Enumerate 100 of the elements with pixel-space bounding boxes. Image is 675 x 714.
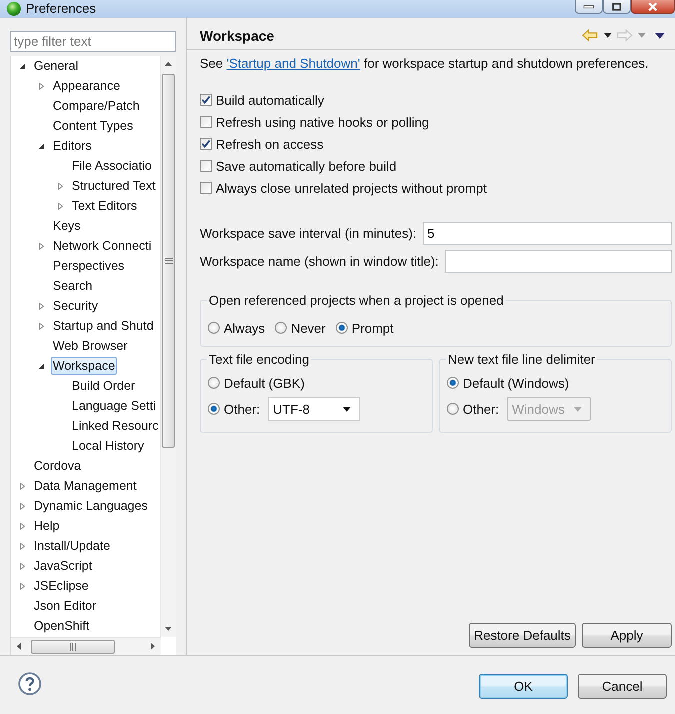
close-icon: [647, 2, 659, 10]
checkbox[interactable]: [200, 160, 212, 172]
tree-item[interactable]: Network Connecti: [51, 237, 154, 255]
checkbox-label: Refresh using native hooks or polling: [216, 114, 430, 130]
tree-item[interactable]: File Associatio: [70, 157, 154, 175]
dialog-button[interactable]: OK: [479, 674, 568, 699]
expand-arrow-icon[interactable]: [19, 502, 26, 510]
tree-item[interactable]: Dynamic Languages: [32, 497, 150, 515]
tree-item[interactable]: Data Management: [32, 477, 139, 495]
tree-item[interactable]: Compare/Patch: [51, 97, 142, 115]
window-title: Preferences: [26, 0, 96, 18]
expand-arrow-icon[interactable]: [38, 322, 45, 330]
minimize-icon: [583, 2, 595, 10]
tree-item[interactable]: Install/Update: [32, 537, 112, 555]
tree-item[interactable]: Build Order: [70, 377, 138, 395]
checkbox-label: Save automatically before build: [216, 158, 397, 174]
input-field[interactable]: 5: [422, 222, 672, 245]
caret-icon: [343, 406, 352, 412]
tree-item[interactable]: Cordova: [32, 457, 84, 475]
radio-button[interactable]: [447, 377, 459, 389]
group-title: Open referenced projects when a project is opened: [207, 293, 506, 308]
radio-label: Prompt: [352, 320, 394, 336]
tree-item[interactable]: JavaScript: [32, 557, 94, 575]
dialog-button[interactable]: Cancel: [578, 674, 667, 699]
checkmark-icon: [201, 139, 211, 149]
tree-item[interactable]: Startup and Shutd: [51, 317, 156, 335]
expand-arrow-icon[interactable]: [38, 82, 45, 90]
radio-label: Other:: [224, 402, 260, 416]
radio-button[interactable]: [336, 322, 348, 334]
collapse-arrow-icon[interactable]: [38, 142, 45, 150]
checkbox-label: Always close unrelated projects without prompt: [216, 180, 487, 196]
back-arrow-icon[interactable]: [582, 29, 599, 42]
expand-arrow-icon[interactable]: [19, 542, 26, 550]
checkbox[interactable]: [200, 138, 212, 150]
tree-item[interactable]: General: [32, 57, 80, 75]
radio-button[interactable]: [208, 403, 220, 415]
group-title: New text file line delimiter: [446, 352, 598, 367]
tree-item[interactable]: Workspace: [51, 357, 118, 375]
expand-arrow-icon[interactable]: [19, 522, 26, 530]
checkbox-label: Build automatically: [216, 92, 324, 108]
radio-button[interactable]: [275, 322, 288, 334]
group-title: Text file encoding: [207, 352, 312, 367]
expand-arrow-icon[interactable]: [38, 242, 45, 250]
dropdown[interactable]: UTF-8: [268, 397, 360, 421]
expand-arrow-icon[interactable]: [19, 482, 26, 490]
radio-button[interactable]: [447, 403, 459, 415]
field-label: Workspace name (shown in window title):: [200, 254, 439, 269]
expand-arrow-icon[interactable]: [57, 182, 64, 190]
vertical-scrollbar[interactable]: [160, 56, 176, 637]
radio-label: Never: [291, 320, 326, 336]
tree-item[interactable]: Search: [51, 277, 95, 295]
horizontal-scrollbar[interactable]: [11, 637, 161, 655]
expand-arrow-icon[interactable]: [19, 582, 26, 590]
expand-arrow-icon[interactable]: [38, 302, 45, 310]
tree-item[interactable]: Help: [32, 517, 62, 535]
tree-item[interactable]: Json Editor: [32, 597, 99, 615]
tree-item[interactable]: OpenShift: [32, 617, 92, 635]
maximize-icon: [611, 2, 623, 10]
tree-item[interactable]: Content Types: [51, 117, 136, 135]
input-field[interactable]: [444, 250, 672, 273]
checkbox[interactable]: [200, 94, 212, 106]
restore-defaults-button[interactable]: Restore Defaults: [469, 623, 576, 648]
radio-button[interactable]: [208, 377, 220, 389]
tree-item[interactable]: Web Browser: [51, 337, 130, 355]
menu-icon[interactable]: [655, 32, 665, 38]
radio-label: Default (GBK): [224, 376, 305, 390]
tree-item[interactable]: Keys: [51, 217, 83, 235]
collapse-arrow-icon[interactable]: [38, 362, 45, 370]
radio-label: Other:: [463, 402, 500, 416]
tree-item[interactable]: Security: [51, 297, 100, 315]
expand-arrow-icon[interactable]: [57, 202, 64, 210]
grip-icon: [70, 642, 76, 650]
field-label: Workspace save interval (in minutes):: [200, 226, 417, 241]
caret-icon: [574, 406, 582, 412]
tree-item[interactable]: Language Setti: [70, 397, 158, 415]
apply-button[interactable]: Apply: [582, 623, 672, 648]
checkbox[interactable]: [200, 116, 212, 128]
filter-field[interactable]: type filter text: [10, 31, 176, 52]
close-button[interactable]: [631, 0, 675, 14]
tree-item[interactable]: Local History: [70, 437, 146, 455]
tree-item[interactable]: Appearance: [51, 77, 122, 95]
help-icon[interactable]: [18, 672, 42, 696]
startup-link[interactable]: 'Startup and Shutdown': [226, 56, 360, 71]
tree-item[interactable]: Editors: [51, 137, 94, 155]
dropdown-icon[interactable]: [604, 33, 612, 38]
tree-item[interactable]: JSEclipse: [32, 577, 91, 595]
checkbox[interactable]: [200, 182, 212, 194]
tree-item[interactable]: Text Editors: [70, 197, 140, 215]
collapse-arrow-icon[interactable]: [19, 62, 26, 70]
tree-item[interactable]: Perspectives: [51, 257, 127, 275]
tree-item[interactable]: Structured Text: [70, 177, 158, 195]
grip-icon: [164, 258, 172, 264]
maximize-button[interactable]: [603, 0, 631, 14]
radio-label: Default (Windows): [463, 376, 570, 390]
intro-text: See 'Startup and Shutdown' for workspace startup and shutdown preferences.: [200, 56, 650, 72]
radio-button[interactable]: [208, 322, 220, 334]
tree-item[interactable]: Linked Resourc: [70, 417, 160, 435]
minimize-button[interactable]: [575, 0, 603, 14]
checkmark-icon: [201, 95, 211, 105]
expand-arrow-icon[interactable]: [19, 562, 26, 570]
